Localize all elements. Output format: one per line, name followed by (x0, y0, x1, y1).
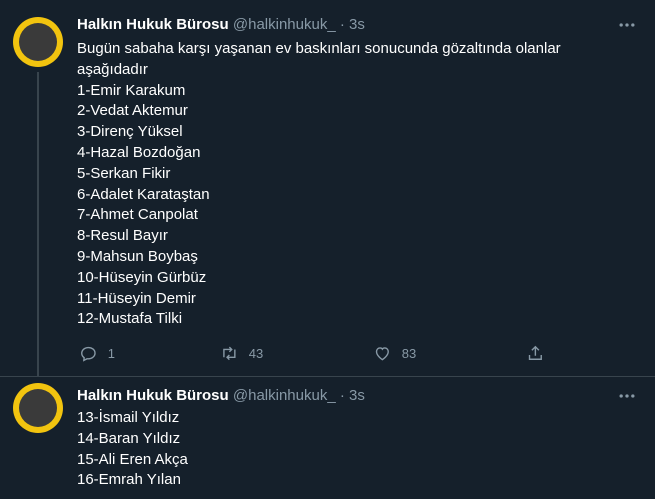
like-count: 83 (401, 345, 417, 361)
detainee-item: 10-Hüseyin Gürbüz (77, 268, 207, 286)
detainee-item: 2-Vedat Aktemur (77, 102, 188, 120)
detainee-item: 8-Resul Bayır (77, 227, 168, 245)
detainee-item: 13-İsmail Yıldız (77, 409, 180, 426)
retweet-button[interactable]: 43 (220, 343, 263, 363)
tweet[interactable]: Halkın Hukuk Bürosu @halkinhukuk_ · 3s B… (0, 0, 655, 376)
reply-count: 1 (107, 345, 115, 361)
detainee-item: 16-Emrah Yılan (77, 471, 181, 489)
detainee-item: 3-Direnç Yüksel (77, 123, 183, 141)
detainee-item: 15-Ali Eren Akça (77, 450, 188, 468)
share-icon (528, 345, 542, 360)
tweet-text: 13-İsmail Yıldız 14-Baran Yıldız 15-Ali … (77, 408, 635, 491)
detainee-item: 12-Mustafa Tilki (77, 310, 183, 328)
retweet-icon (223, 346, 236, 360)
tweet-header: Halkın Hukuk Bürosu @halkinhukuk_ · 3s (77, 386, 365, 406)
detainee-item: 1-Emir Karakum (77, 81, 186, 99)
author-name[interactable]: Halkın Hukuk Bürosu (77, 16, 229, 33)
author-handle[interactable]: @halkinhukuk_ (233, 16, 336, 33)
tweet-text: Bugün sabaha karşı yaşanan ev baskınları… (77, 39, 635, 330)
share-button[interactable] (526, 343, 545, 363)
avatar-photo (19, 389, 57, 427)
detainee-item: 7-Ahmet Canpolat (77, 206, 198, 224)
detainee-item: 5-Serkan Fikir (77, 164, 171, 182)
avatar[interactable] (13, 17, 63, 67)
avatar-photo (19, 23, 57, 61)
tweet-timestamp[interactable]: 3s (349, 16, 365, 33)
tweet-line: Bugün sabaha karşı yaşanan ev baskınları… (77, 40, 561, 57)
like-button[interactable]: 83 (373, 343, 416, 363)
detainee-item: 9-Mahsun Boybaş (77, 247, 198, 265)
tweet[interactable]: Halkın Hukuk Bürosu @halkinhukuk_ · 3s 1… (0, 376, 655, 499)
detainee-item: 11-Hüseyin Demir (77, 289, 196, 307)
retweet-count: 43 (248, 345, 264, 361)
detainee-item: 4-Hazal Bozdoğan (77, 143, 201, 161)
avatar[interactable] (13, 383, 63, 433)
thread-connector-line (37, 72, 39, 376)
tweet-line: aşağıdadır (77, 60, 148, 78)
more-horizontal-icon[interactable] (617, 386, 637, 406)
author-name[interactable]: Halkın Hukuk Bürosu (77, 387, 229, 404)
header-separator: · (339, 387, 345, 404)
detainee-item: 6-Adalet Karataştan (77, 185, 210, 203)
tweet-timestamp[interactable]: 3s (349, 387, 365, 404)
reply-icon (81, 346, 96, 362)
tweet-header: Halkın Hukuk Bürosu @halkinhukuk_ · 3s (77, 15, 365, 35)
more-horizontal-icon[interactable] (617, 15, 637, 35)
author-handle[interactable]: @halkinhukuk_ (233, 387, 336, 404)
tweet-actions: 1 43 83 (77, 343, 635, 363)
header-separator: · (339, 16, 345, 33)
reply-button[interactable]: 1 (79, 343, 115, 363)
detainee-item: 14-Baran Yıldız (77, 429, 181, 447)
heart-icon (375, 346, 389, 361)
